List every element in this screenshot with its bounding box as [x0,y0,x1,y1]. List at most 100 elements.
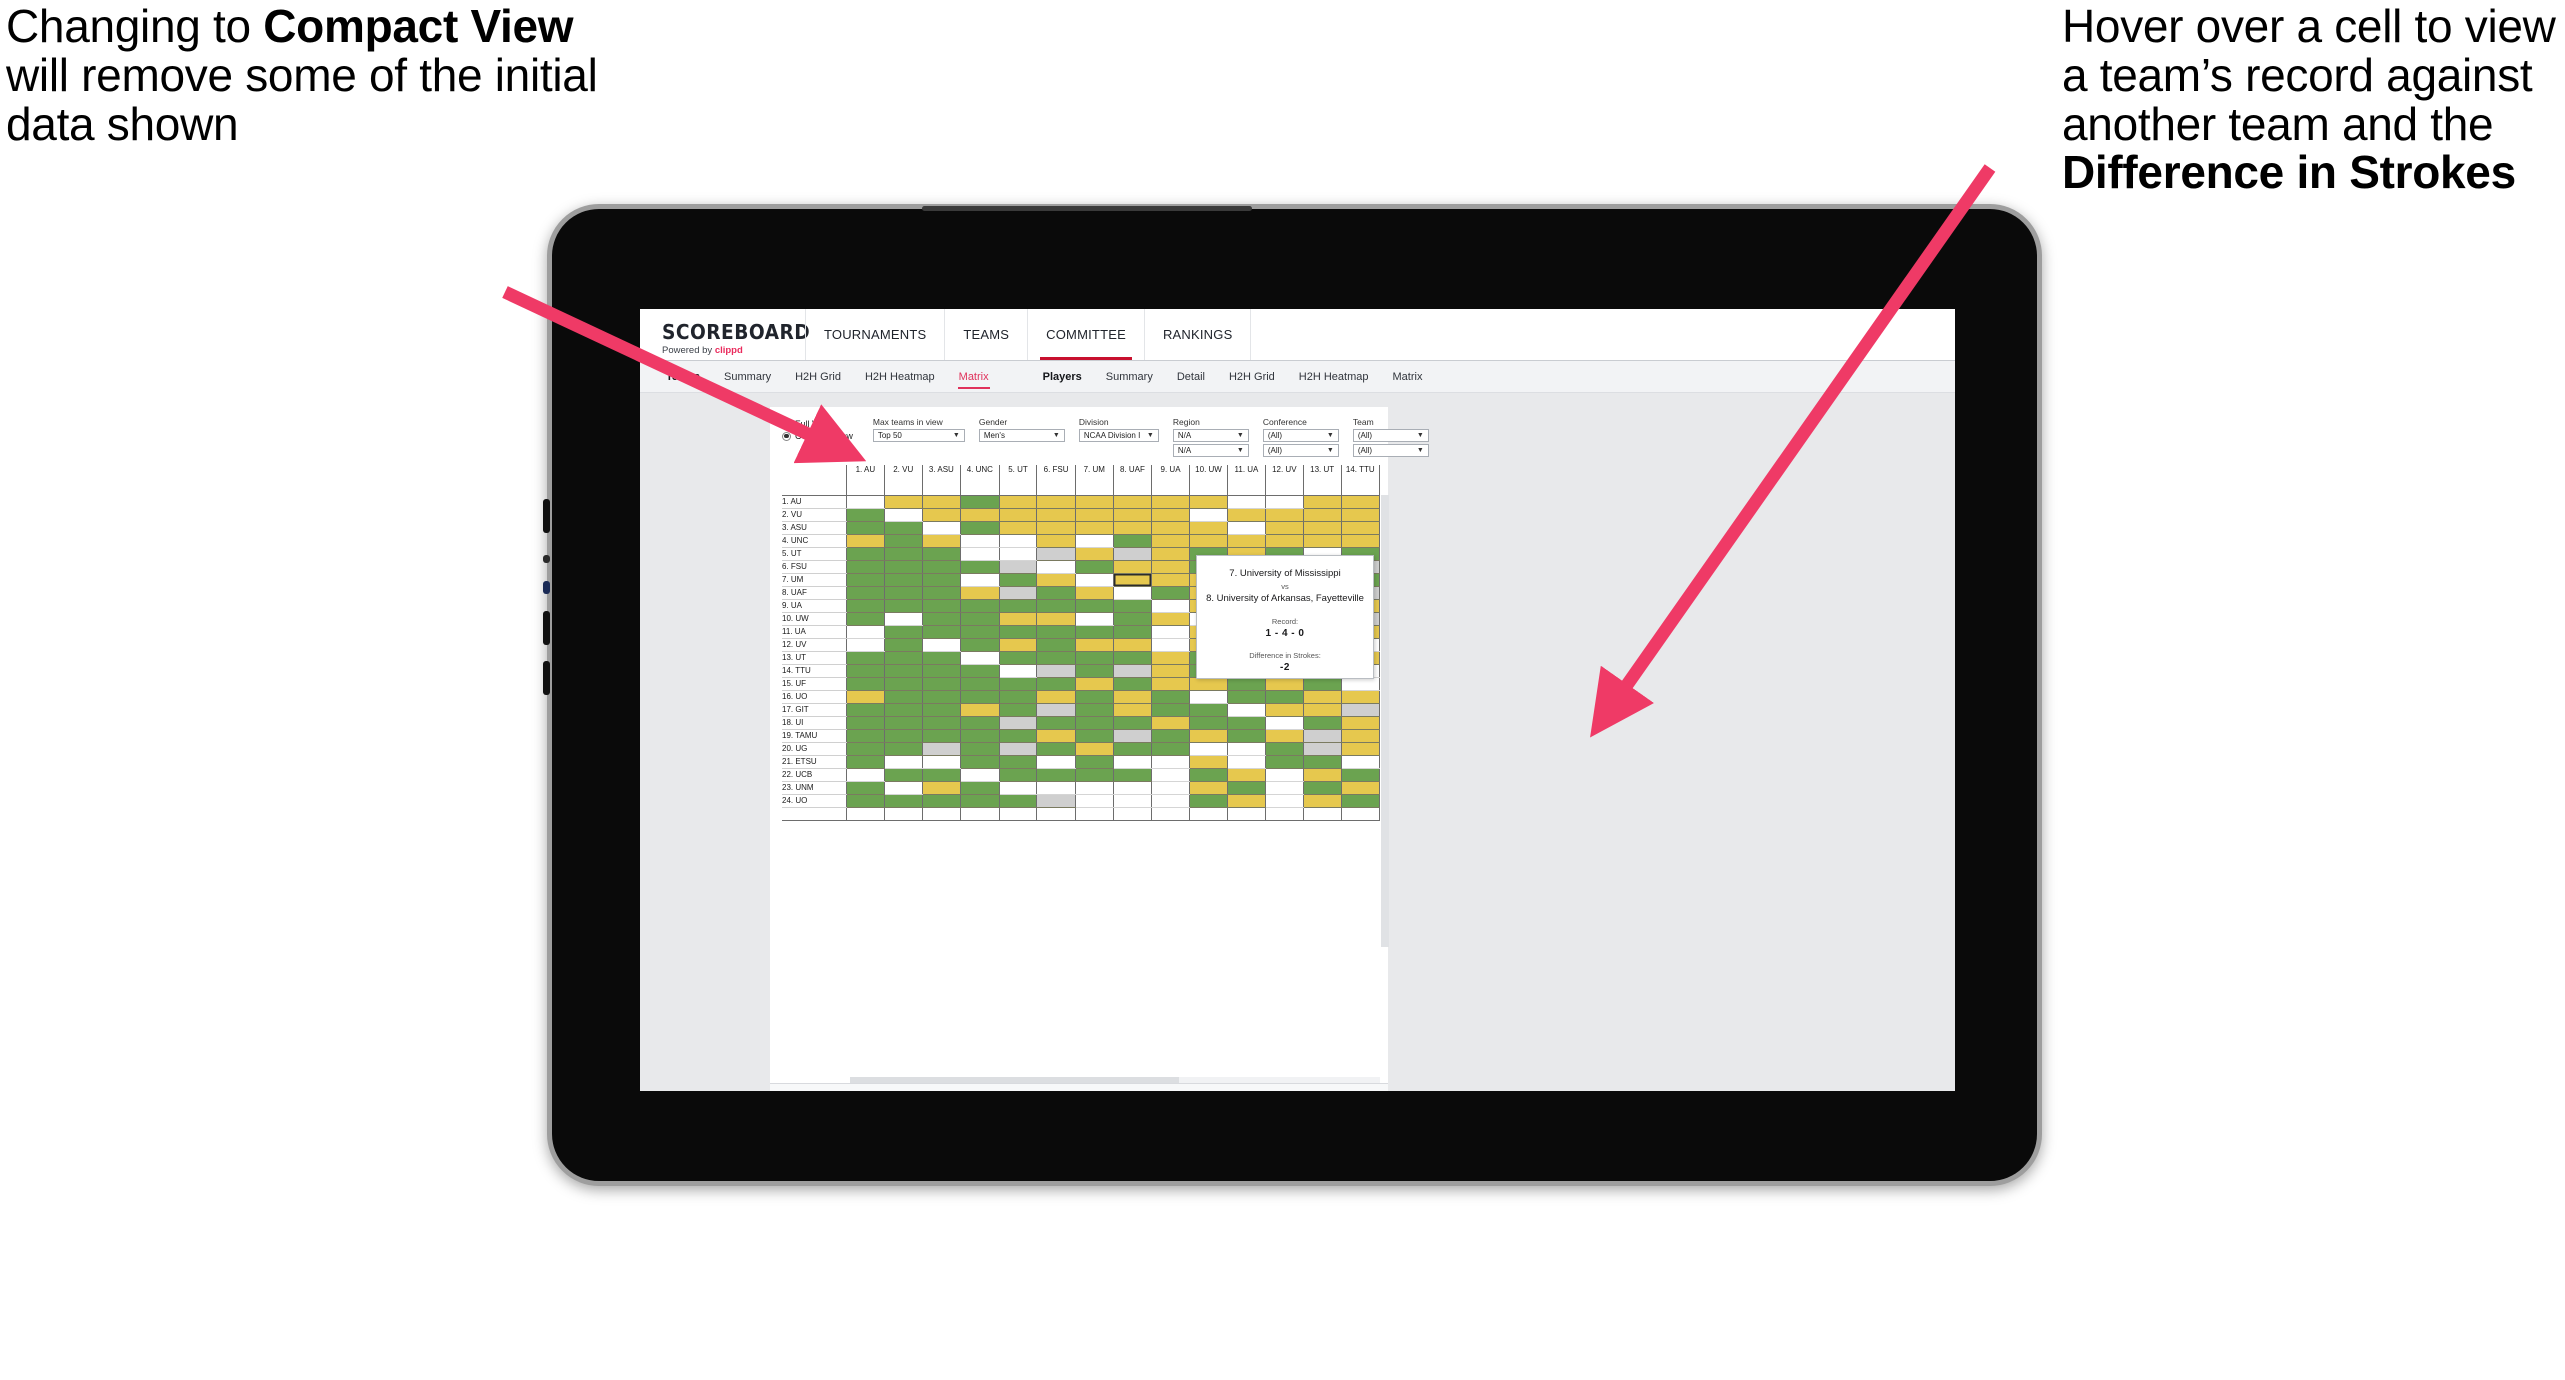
matrix-cell[interactable] [960,664,1000,678]
matrix-cell[interactable] [1075,586,1114,600]
matrix-cell[interactable] [1113,625,1153,639]
matrix-column-header[interactable]: 10. UW [1189,465,1229,496]
matrix-cell[interactable] [1189,755,1229,769]
matrix-cell[interactable] [1303,716,1342,730]
subnav-teams-summary[interactable]: Summary [712,361,783,392]
matrix-cell[interactable] [999,781,1038,795]
undo-icon[interactable] [782,1089,804,1092]
matrix-row-label[interactable]: 2. VU [782,508,847,522]
matrix-row-label[interactable]: 19. TAMU [782,729,847,743]
matrix-cell[interactable] [1151,755,1190,769]
matrix-cell[interactable] [884,703,923,717]
matrix-row-label[interactable]: 9. UA [782,599,847,613]
matrix-cell[interactable] [1151,508,1190,522]
matrix-cell[interactable] [1075,508,1114,522]
matrix-cell[interactable] [1036,703,1076,717]
matrix-cell[interactable] [1113,768,1153,782]
matrix-cell[interactable] [999,716,1038,730]
matrix-cell[interactable] [1227,495,1266,509]
matrix-cell[interactable] [1036,547,1076,561]
matrix-cell[interactable] [1075,703,1114,717]
matrix-cell[interactable] [999,742,1038,756]
matrix-row-label[interactable]: 12. UV [782,638,847,652]
matrix-cell[interactable] [1151,794,1190,808]
matrix-cell[interactable] [1227,534,1266,548]
matrix-row-label[interactable]: 14. TTU [782,664,847,678]
matrix-cell[interactable] [1113,677,1153,691]
matrix-cell[interactable] [960,495,1000,509]
matrix-cell[interactable] [960,521,1000,535]
matrix-cell[interactable] [1265,781,1304,795]
matrix-cell[interactable] [846,599,885,613]
matrix-cell[interactable] [884,677,923,691]
matrix-cell[interactable] [1303,508,1342,522]
matrix-cell[interactable] [1189,521,1229,535]
matrix-column-header[interactable]: 4. UNC [960,465,1000,496]
matrix-cell[interactable] [1341,508,1381,522]
matrix-cell[interactable] [1036,664,1076,678]
matrix-cell[interactable] [960,560,1000,574]
matrix-cell[interactable] [884,742,923,756]
matrix-cell[interactable] [1113,599,1153,613]
matrix-cell[interactable] [1303,521,1342,535]
matrix-row-label[interactable]: 20. UG [782,742,847,756]
matrix-cell[interactable] [1075,573,1114,587]
matrix-cell[interactable] [1036,768,1076,782]
matrix-cell[interactable] [922,664,962,678]
matrix-cell[interactable] [1075,742,1114,756]
matrix-cell[interactable] [1036,534,1076,548]
matrix-cell[interactable] [1227,690,1266,704]
matrix-cell[interactable] [1265,703,1304,717]
matrix-cell[interactable] [999,729,1038,743]
matrix-cell[interactable] [1113,729,1153,743]
matrix-cell[interactable] [1265,742,1304,756]
matrix-cell[interactable] [1341,495,1381,509]
matrix-cell[interactable] [1113,664,1153,678]
matrix-cell[interactable] [1036,690,1076,704]
matrix-cell[interactable] [1036,495,1076,509]
matrix-cell[interactable] [999,703,1038,717]
radio-full-view[interactable]: Full View [782,419,853,429]
matrix-cell[interactable] [846,508,885,522]
matrix-cell[interactable] [922,768,962,782]
matrix-cell[interactable] [999,508,1038,522]
nav-item-teams[interactable]: TEAMS [944,309,1027,360]
matrix-cell[interactable] [1151,638,1190,652]
matrix-row-label[interactable]: 13. UT [782,651,847,665]
resume-icon[interactable] [870,1089,892,1092]
matrix-cell[interactable] [1075,768,1114,782]
matrix-cell[interactable] [960,599,1000,613]
matrix-cell[interactable] [884,781,923,795]
matrix-cell[interactable] [846,573,885,587]
matrix-cell[interactable] [999,625,1038,639]
matrix-column-header[interactable]: 9. UA [1151,465,1190,496]
matrix-cell[interactable] [1303,742,1342,756]
matrix-cell[interactable] [1075,755,1114,769]
matrix-cell[interactable] [884,625,923,639]
matrix-column-header[interactable]: 6. FSU [1036,465,1076,496]
matrix-cell[interactable] [1189,495,1229,509]
matrix-column-header[interactable]: 8. UAF [1113,465,1153,496]
matrix-cell[interactable] [1113,651,1153,665]
matrix-cell[interactable] [922,690,962,704]
nav-item-committee[interactable]: COMMITTEE [1027,309,1144,360]
matrix-cell[interactable] [1189,781,1229,795]
matrix-cell[interactable] [1113,521,1153,535]
matrix-cell[interactable] [1113,794,1153,808]
matrix-cell[interactable] [922,677,962,691]
matrix-cell[interactable] [1341,521,1381,535]
matrix-cell[interactable] [884,521,923,535]
matrix-cell[interactable] [999,534,1038,548]
subnav-players-h2h-heatmap[interactable]: H2H Heatmap [1287,361,1381,392]
matrix-cell[interactable] [1189,690,1229,704]
matrix-cell[interactable] [846,651,885,665]
matrix-cell[interactable] [1075,781,1114,795]
matrix-cell[interactable] [960,677,1000,691]
matrix-cell[interactable] [884,729,923,743]
matrix-cell[interactable] [884,638,923,652]
matrix-cell[interactable] [1227,781,1266,795]
matrix-row-label[interactable]: 5. UT [782,547,847,561]
matrix-cell[interactable] [1151,677,1190,691]
matrix-cell[interactable] [1036,625,1076,639]
matrix-cell[interactable] [846,612,885,626]
